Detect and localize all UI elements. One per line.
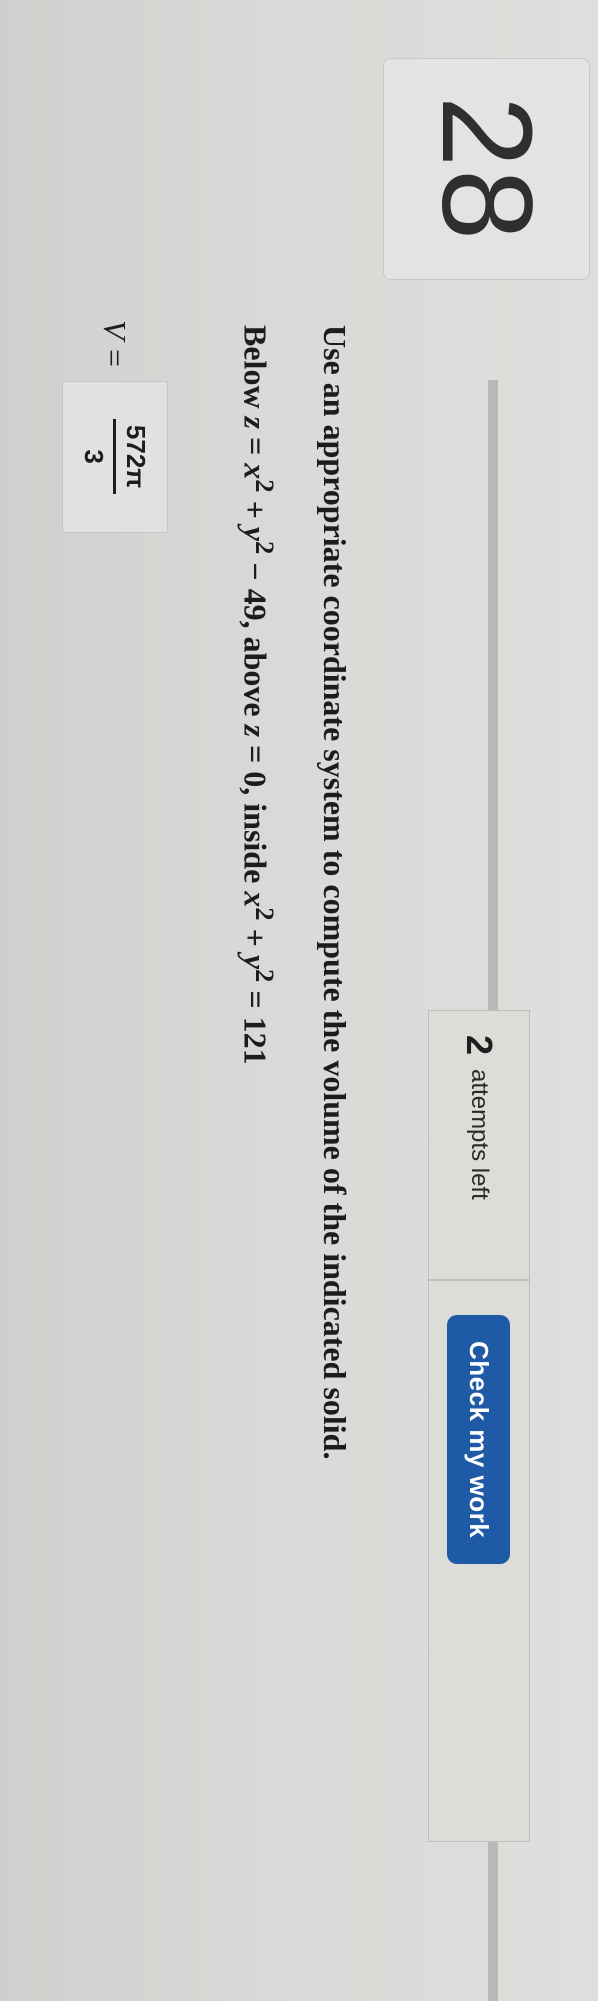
surface-x: x <box>237 463 274 480</box>
attempts-panel: 2 attempts left Check my work <box>428 1010 530 1842</box>
answer-fraction: 572π 3 <box>79 418 152 495</box>
question-number-box: 28 <box>383 58 590 280</box>
exponent: 2 <box>250 479 280 493</box>
exponent: 2 <box>250 907 280 921</box>
surface-lhs: z <box>237 416 274 429</box>
attempts-count: 2 <box>459 1035 500 1056</box>
page: 28 2 attempts left Check my work Use an … <box>0 0 598 2001</box>
plus-sign: + <box>237 492 274 527</box>
problem-statement: Below z = x2 + y2 − 49, above z = 0, ins… <box>236 325 280 1065</box>
exponent: 2 <box>250 541 280 555</box>
circle-y: y <box>237 954 274 970</box>
minus-constant: − 49, above <box>237 554 274 725</box>
answer-row: V = 572π 3 <box>50 320 180 533</box>
answer-numerator: 572π <box>113 418 152 495</box>
exponent: 2 <box>250 969 280 983</box>
answer-denominator: 3 <box>79 449 110 464</box>
plane-rhs: = 0, inside <box>237 737 274 892</box>
answer-input[interactable]: 572π 3 <box>62 380 168 533</box>
circle-x: x <box>237 891 274 908</box>
plus-sign: + <box>237 920 274 955</box>
circle-rhs: = 121 <box>237 982 274 1065</box>
problem-instruction: Use an appropriate coordinate system to … <box>317 325 353 1460</box>
problem-prefix: Below <box>237 325 274 409</box>
question-number: 28 <box>415 95 559 243</box>
check-my-work-button[interactable]: Check my work <box>447 1315 511 1565</box>
attempts-indicator: 2 attempts left <box>429 1011 529 1281</box>
answer-label: V = <box>97 320 134 369</box>
plane-var: z <box>237 724 274 738</box>
equals-sign: = <box>237 429 274 464</box>
attempts-label: attempts left <box>466 1069 493 1200</box>
check-cell: Check my work <box>429 1281 529 1841</box>
surface-y: y <box>237 526 274 541</box>
